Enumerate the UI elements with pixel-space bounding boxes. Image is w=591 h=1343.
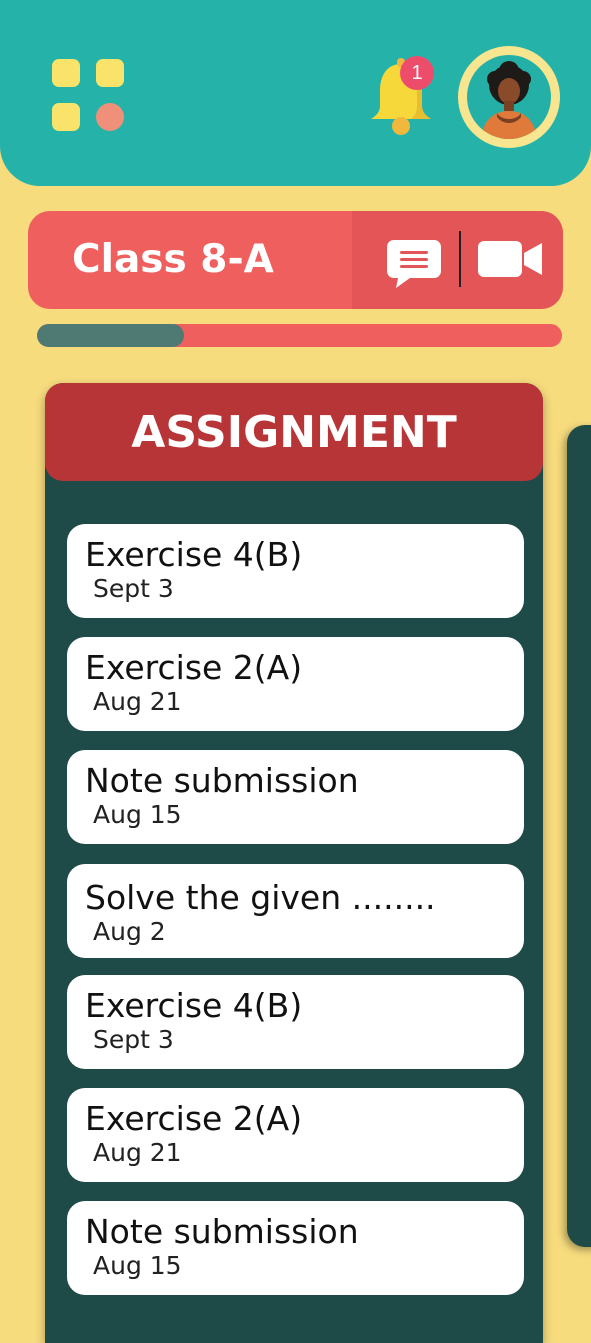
chat-button[interactable]	[386, 238, 442, 290]
assignment-title-text: Note submission	[85, 1212, 359, 1251]
person-avatar-icon	[481, 61, 537, 139]
assignment-date: Sept 3	[93, 1025, 174, 1054]
app-header: 1	[0, 0, 591, 186]
video-camera-icon	[478, 241, 542, 277]
video-call-button[interactable]	[478, 239, 544, 279]
assignment-title-text: Exercise 2(A)	[85, 648, 303, 687]
assignment-card[interactable]: Solve the given ........ Aug 2	[67, 864, 524, 958]
user-avatar[interactable]	[458, 46, 560, 148]
assignment-date: Aug 21	[93, 687, 182, 716]
avatar-image	[467, 55, 551, 139]
assignment-header: ASSIGNMENT	[45, 383, 543, 481]
notification-count-badge: 1	[400, 56, 434, 90]
grid-apps-icon[interactable]	[52, 59, 124, 131]
assignment-date: Aug 15	[93, 1251, 182, 1280]
chat-icon	[387, 240, 441, 288]
actions-divider	[459, 231, 461, 287]
assignment-card[interactable]: Note submission Aug 15	[67, 750, 524, 844]
assignment-date: Aug 15	[93, 800, 182, 829]
assignment-card[interactable]: Exercise 4(B) Sept 3	[67, 524, 524, 618]
assignment-date: Aug 2	[93, 917, 166, 946]
assignment-card[interactable]: Exercise 4(B) Sept 3	[67, 975, 524, 1069]
assignment-title-text: Note submission	[85, 761, 359, 800]
assignment-panel: ASSIGNMENT Exercise 4(B) Sept 3 Exercise…	[45, 383, 543, 1343]
assignment-title: ASSIGNMENT	[131, 407, 457, 458]
assignment-date: Aug 21	[93, 1138, 182, 1167]
assignment-date: Sept 3	[93, 574, 174, 603]
assignment-card[interactable]: Note submission Aug 15	[67, 1201, 524, 1295]
progress-fill	[37, 324, 184, 347]
class-title: Class 8-A	[72, 237, 274, 282]
assignment-title-text: Exercise 2(A)	[85, 1099, 303, 1138]
next-panel-peek[interactable]	[567, 425, 591, 1247]
assignment-title-text: Exercise 4(B)	[85, 986, 303, 1025]
class-progress-bar	[37, 324, 562, 347]
class-actions	[352, 211, 563, 309]
assignment-title-text: Exercise 4(B)	[85, 535, 303, 574]
class-info-bar: Class 8-A	[28, 211, 563, 309]
assignment-card[interactable]: Exercise 2(A) Aug 21	[67, 637, 524, 731]
assignment-title-text: Solve the given ........	[85, 878, 436, 917]
assignment-card[interactable]: Exercise 2(A) Aug 21	[67, 1088, 524, 1182]
